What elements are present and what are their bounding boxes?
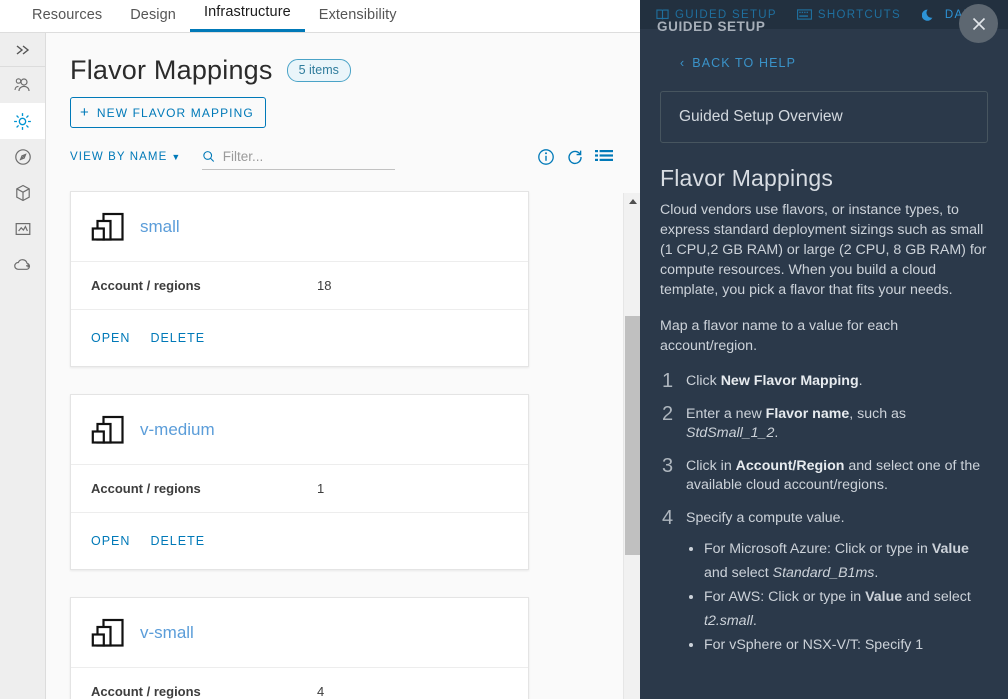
card-detail-row: Account / regions 4	[71, 668, 528, 699]
list-item: 4 Specify a compute value. For Microsoft…	[660, 507, 988, 657]
chevron-left-icon: ‹	[680, 56, 686, 70]
shortcuts-toolbar-button[interactable]: SHORTCUTS	[787, 9, 911, 21]
card-actions: OPEN DELETE	[71, 513, 528, 569]
sidebar-item-cloud[interactable]	[0, 247, 45, 283]
expand-sidebar-button[interactable]	[0, 33, 45, 67]
card-title-link[interactable]: small	[140, 217, 180, 237]
nav-tab-infrastructure[interactable]: Infrastructure	[189, 4, 305, 32]
panel-body: ‹ BACK TO HELP Guided Setup Overview Fla…	[640, 48, 1008, 699]
nav-tab-resources[interactable]: Resources	[18, 7, 116, 32]
nav-tab-design[interactable]: Design	[116, 7, 190, 32]
identity-icon	[13, 78, 30, 92]
step-text: Click in Account/Region and select one o…	[686, 458, 981, 493]
cloud-icon	[14, 259, 31, 270]
card-detail-row: Account / regions 1	[71, 465, 528, 513]
close-icon	[972, 17, 985, 30]
nav-tab-extensibility[interactable]: Extensibility	[305, 7, 411, 32]
policy-icon	[14, 149, 31, 165]
card-header: v-medium	[71, 395, 528, 465]
step-text: Specify a compute value.	[686, 510, 845, 526]
step-number: 2	[661, 403, 674, 425]
flavor-mapping-list: small Account / regions 18 OPEN DELETE v…	[46, 158, 640, 699]
cube-icon	[15, 184, 30, 202]
table-row[interactable]: small Account / regions 18 OPEN DELETE	[70, 191, 529, 367]
card-detail-label: Account / regions	[91, 278, 201, 293]
scrollbar-thumb[interactable]	[625, 316, 640, 555]
new-flavor-mapping-label: NEW FLAVOR MAPPING	[96, 105, 254, 120]
card-detail-value: 18	[317, 278, 332, 293]
help-paragraph-1: Cloud vendors use flavors, or instance t…	[660, 202, 987, 298]
card-detail-value: 4	[317, 684, 325, 699]
sidebar-item-policies[interactable]	[0, 139, 45, 175]
card-detail-row: Account / regions 18	[71, 262, 528, 310]
moon-icon	[921, 9, 933, 21]
sidebar-item-configuration[interactable]	[0, 103, 45, 139]
open-link[interactable]: OPEN	[91, 331, 130, 345]
list-scrollbar[interactable]	[623, 193, 640, 699]
application-window: Resources Design Infrastructure Extensib…	[0, 0, 1008, 699]
activity-icon	[15, 222, 30, 236]
list-item: 1 Click New Flavor Mapping.	[660, 370, 988, 392]
help-paragraph-2: Map a flavor name to a value for each ac…	[660, 318, 899, 354]
list-item: 3 Click in Account/Region and select one…	[660, 455, 988, 495]
card-header: small	[71, 192, 528, 262]
left-icon-rail	[0, 33, 46, 699]
close-panel-button[interactable]	[959, 4, 998, 43]
list-item: For vSphere or NSX-V/T: Specify 1	[704, 633, 988, 657]
flavor-icon	[91, 415, 124, 444]
list-item: For AWS: Click or type in Value and sele…	[704, 585, 988, 633]
card-header: v-small	[71, 598, 528, 668]
card-title-link[interactable]: v-small	[140, 623, 194, 643]
card-container: small Account / regions 18 OPEN DELETE v…	[46, 158, 613, 699]
list-item: 2 Enter a new Flavor name, such as StdSm…	[660, 403, 988, 443]
panel-title: GUIDED SETUP	[657, 19, 766, 34]
open-link[interactable]: OPEN	[91, 534, 130, 548]
delete-link[interactable]: DELETE	[150, 534, 205, 548]
card-detail-label: Account / regions	[91, 684, 201, 699]
help-heading: Flavor Mappings	[660, 165, 834, 191]
main-content-area: Flavor Mappings 5 items + NEW FLAVOR MAP…	[46, 33, 640, 699]
card-detail-label: Account / regions	[91, 481, 201, 496]
list-item: For Microsoft Azure: Click or type in Va…	[704, 537, 988, 585]
page-title: Flavor Mappings	[70, 55, 273, 85]
double-chevron-right-icon	[16, 44, 29, 55]
table-row[interactable]: v-medium Account / regions 1 OPEN DELETE	[70, 394, 529, 570]
help-steps: 1 Click New Flavor Mapping. 2 Enter a ne…	[660, 370, 988, 657]
item-count-badge: 5 items	[286, 59, 351, 82]
guided-setup-panel: GUIDED SETUP SHORTCUTS DARK	[640, 0, 1008, 699]
step-text: Click New Flavor Mapping.	[686, 373, 863, 389]
step-number: 4	[661, 507, 674, 529]
page-header: Flavor Mappings 5 items + NEW FLAVOR MAP…	[46, 33, 640, 172]
sidebar-item-identity[interactable]	[0, 67, 45, 103]
title-row: Flavor Mappings 5 items	[70, 55, 640, 86]
scroll-up-arrow-icon[interactable]	[624, 193, 641, 210]
flavor-icon	[91, 618, 124, 647]
flavor-icon	[91, 212, 124, 241]
sidebar-item-resources[interactable]	[0, 175, 45, 211]
card-title-link[interactable]: v-medium	[140, 420, 215, 440]
table-row[interactable]: v-small Account / regions 4 OPEN DELETE	[70, 597, 529, 699]
step-bullet-list: For Microsoft Azure: Click or type in Va…	[704, 537, 988, 657]
keyboard-icon	[796, 9, 812, 20]
step-number: 3	[661, 455, 674, 477]
back-to-help-label: BACK TO HELP	[692, 56, 797, 70]
step-text: Enter a new Flavor name, such as StdSmal…	[686, 406, 907, 441]
shortcuts-toolbar-label: SHORTCUTS	[817, 8, 901, 21]
plus-icon: +	[80, 104, 90, 121]
guided-setup-overview-button[interactable]: Guided Setup Overview	[660, 91, 988, 143]
new-flavor-mapping-button[interactable]: + NEW FLAVOR MAPPING	[70, 97, 266, 128]
sidebar-item-activity[interactable]	[0, 211, 45, 247]
gear-icon	[14, 112, 31, 130]
back-to-help-link[interactable]: ‹ BACK TO HELP	[660, 48, 988, 70]
main-navigation-bar: Resources Design Infrastructure Extensib…	[0, 0, 640, 33]
step-number: 1	[661, 370, 674, 392]
card-actions: OPEN DELETE	[71, 310, 528, 366]
card-detail-value: 1	[317, 481, 325, 496]
delete-link[interactable]: DELETE	[150, 331, 205, 345]
